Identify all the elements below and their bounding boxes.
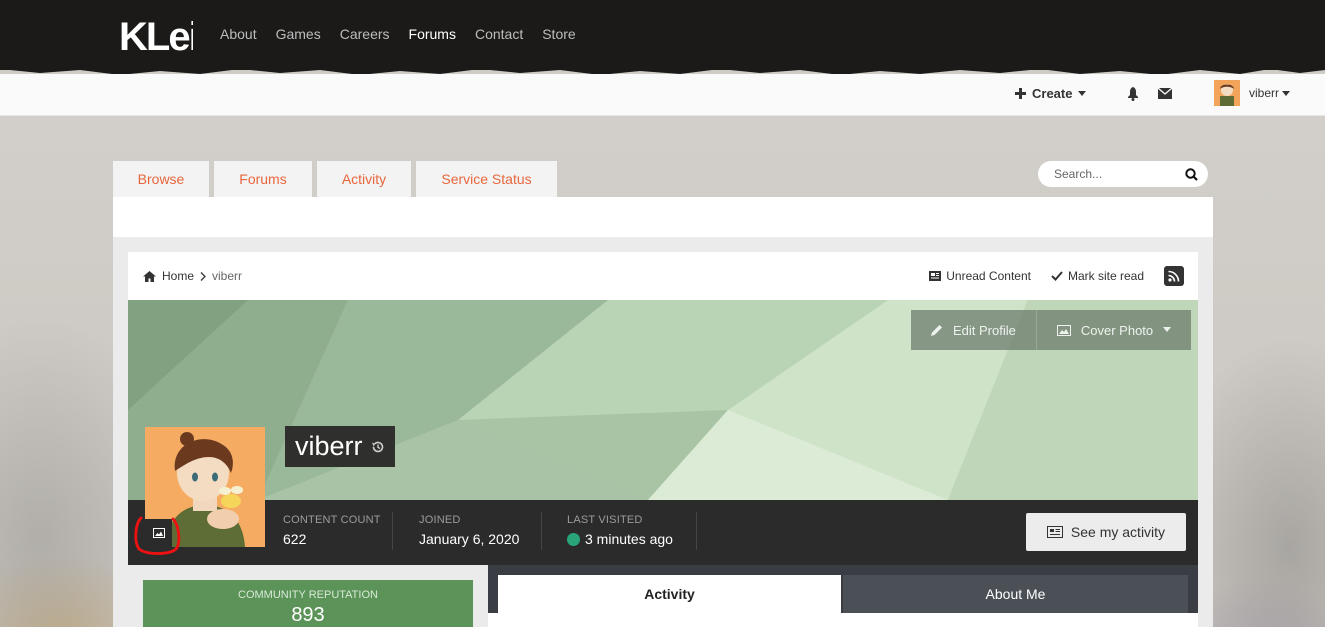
tab-service-status[interactable]: Service Status	[416, 161, 557, 197]
search-icon[interactable]	[1185, 167, 1198, 181]
nav-contact[interactable]: Contact	[475, 26, 523, 42]
search-input[interactable]	[1054, 167, 1174, 181]
search-box	[1038, 161, 1208, 187]
stat-divider	[392, 512, 393, 550]
create-label: Create	[1032, 86, 1073, 101]
profile-stats-bar: CONTENT COUNT 622 JOINED January 6, 2020…	[128, 500, 1198, 565]
reputation-value: 893	[291, 604, 325, 626]
main-nav: About Games Careers Forums Contact Store	[220, 26, 595, 42]
stat-content-count: CONTENT COUNT 622	[283, 514, 381, 547]
edit-profile-label: Edit Profile	[953, 322, 1016, 338]
community-reputation: COMMUNITY REPUTATION 893	[143, 580, 473, 627]
bell-icon[interactable]	[1127, 87, 1139, 101]
joined-label: JOINED	[419, 514, 461, 526]
profile-name-box: viberr	[285, 426, 395, 467]
home-icon	[143, 270, 156, 282]
user-menu[interactable]: viberr	[1249, 86, 1291, 100]
tab-profile-about-me[interactable]: About Me	[843, 575, 1188, 613]
newspaper-icon	[1046, 526, 1063, 538]
tab-profile-activity[interactable]: Activity	[498, 575, 841, 613]
klei-logo[interactable]: KLei	[119, 14, 193, 54]
unread-content-link[interactable]: Unread Content	[929, 269, 1031, 283]
content-count-label: CONTENT COUNT	[283, 514, 381, 526]
stat-joined: JOINED January 6, 2020	[419, 514, 519, 547]
site-header: KLei About Games Careers Forums Contact …	[0, 0, 1325, 70]
user-avatar-small[interactable]	[1214, 80, 1240, 106]
last-visited-label: LAST VISITED	[567, 514, 643, 526]
unread-content-label: Unread Content	[946, 269, 1031, 283]
stat-divider	[696, 512, 697, 550]
plus-icon	[1015, 88, 1026, 99]
edit-profile-button[interactable]: Edit Profile	[911, 310, 1036, 350]
envelope-icon[interactable]	[1158, 88, 1172, 99]
profile-name: viberr	[295, 431, 363, 461]
last-visited-value: 3 minutes ago	[585, 531, 673, 547]
name-history-icon[interactable]	[371, 440, 385, 454]
image-icon	[1056, 324, 1071, 336]
stat-last-visited: LAST VISITED 3 minutes ago	[567, 514, 673, 547]
rss-icon	[1168, 270, 1180, 282]
nav-about[interactable]: About	[220, 26, 257, 42]
nav-forums[interactable]: Forums	[409, 26, 456, 42]
chevron-right-icon	[200, 271, 207, 281]
create-menu[interactable]: Create	[1015, 86, 1087, 101]
svg-text:KLei: KLei	[119, 15, 193, 54]
see-my-activity-label: See my activity	[1070, 524, 1166, 540]
content-count-value: 622	[283, 531, 307, 547]
pencil-icon	[931, 325, 942, 336]
forum-subnav: Browse Forums Activity Service Status	[113, 161, 562, 197]
check-icon	[1051, 271, 1063, 281]
mark-site-read-label: Mark site read	[1067, 269, 1144, 283]
breadcrumb-actions: Unread Content Mark site read	[929, 266, 1184, 286]
nav-store[interactable]: Store	[542, 26, 575, 42]
online-status-dot	[567, 532, 580, 546]
tab-forums[interactable]: Forums	[214, 161, 312, 197]
content-header-strip	[113, 197, 1213, 237]
nav-games[interactable]: Games	[276, 26, 321, 42]
tab-browse[interactable]: Browse	[113, 161, 209, 197]
breadcrumb-bar: Home viberr Unread Content Mark site rea…	[128, 252, 1198, 300]
cover-actions: Edit Profile Cover Photo	[911, 310, 1192, 350]
caret-down-icon	[1163, 327, 1172, 332]
nav-careers[interactable]: Careers	[340, 26, 390, 42]
tab-activity[interactable]: Activity	[317, 161, 411, 197]
username-label: viberr	[1249, 86, 1280, 100]
annotation-circle	[134, 516, 181, 555]
user-bar: Create viberr	[0, 74, 1325, 116]
see-my-activity-button[interactable]: See my activity	[1026, 513, 1186, 551]
last-visited-row: 3 minutes ago	[567, 531, 673, 547]
rss-button[interactable]	[1164, 266, 1184, 286]
caret-down-icon	[1078, 90, 1087, 96]
reputation-label: COMMUNITY REPUTATION	[238, 589, 378, 601]
caret-down-icon	[1282, 91, 1291, 96]
profile-tab-content	[488, 613, 1198, 627]
mark-site-read-link[interactable]: Mark site read	[1051, 269, 1144, 283]
joined-value: January 6, 2020	[419, 531, 520, 547]
cover-photo-label: Cover Photo	[1080, 322, 1154, 338]
cover-photo-button[interactable]: Cover Photo	[1035, 310, 1192, 350]
breadcrumb-current: viberr	[212, 269, 243, 283]
breadcrumb-home[interactable]: Home	[162, 269, 194, 283]
newspaper-icon	[929, 271, 942, 281]
breadcrumb: Home viberr	[143, 269, 242, 283]
stat-divider	[541, 512, 542, 550]
